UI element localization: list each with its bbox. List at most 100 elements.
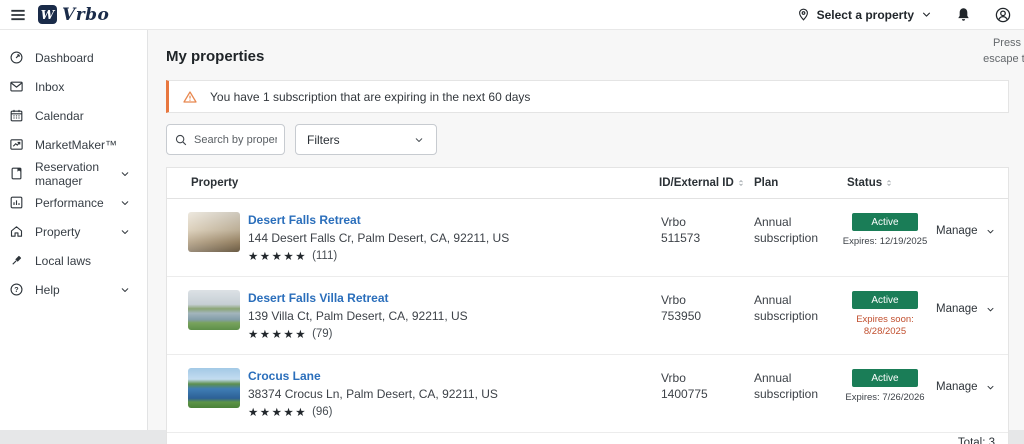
- main-content: Press escape to My properties You have 1…: [148, 30, 1024, 430]
- property-address: 38374 Crocus Ln, Palm Desert, CA, 92211,…: [248, 387, 498, 401]
- star-rating-icons: ★★★★★: [248, 405, 307, 419]
- help-icon: [9, 282, 24, 297]
- top-bar: W Vrbo Select a property: [0, 0, 1024, 30]
- banner-message: You have 1 subscription that are expirin…: [210, 90, 530, 104]
- barchart-icon: [9, 195, 24, 210]
- status-badge: Active: [852, 213, 918, 231]
- property-plan: Annual subscription: [746, 368, 839, 402]
- hamburger-menu-icon[interactable]: [8, 5, 28, 25]
- property-name-link[interactable]: Desert Falls Villa Retreat: [248, 291, 468, 305]
- filters-dropdown[interactable]: Filters: [295, 124, 437, 155]
- sidebar-item-reservation-manager[interactable]: Reservation manager: [0, 159, 147, 188]
- chevron-down-icon: [985, 226, 996, 237]
- table-row: Desert Falls Retreat 144 Desert Falls Cr…: [167, 199, 1008, 277]
- properties-table: Property ID/External ID Plan Status Dese…: [166, 167, 1009, 444]
- gauge-icon: [9, 50, 24, 65]
- manage-dropdown[interactable]: Manage: [931, 212, 1008, 237]
- column-header-id[interactable]: ID/External ID: [651, 177, 746, 189]
- property-thumbnail[interactable]: [188, 290, 240, 330]
- notifications-bell-icon[interactable]: [955, 6, 972, 23]
- filters-label: Filters: [307, 133, 340, 147]
- review-count: (79): [312, 328, 332, 340]
- warning-triangle-icon: [182, 89, 198, 105]
- property-plan: Annual subscription: [746, 290, 839, 324]
- manage-dropdown[interactable]: Manage: [931, 368, 1008, 393]
- vrbo-logo[interactable]: W Vrbo: [38, 5, 109, 25]
- column-header-plan[interactable]: Plan: [746, 177, 839, 189]
- property-rating: ★★★★★ (79): [248, 327, 468, 341]
- sidebar-nav: Dashboard Inbox Calendar MarketMaker™ Re…: [0, 30, 148, 430]
- sidebar-item-label: MarketMaker™: [35, 138, 117, 152]
- manage-label: Manage: [936, 303, 978, 315]
- sidebar-item-label: Dashboard: [35, 51, 94, 65]
- column-header-property[interactable]: Property: [167, 177, 651, 189]
- property-selector[interactable]: Select a property: [796, 7, 933, 22]
- sidebar-item-label: Reservation manager: [35, 160, 108, 188]
- chevron-down-icon: [985, 304, 996, 315]
- chevron-down-icon: [985, 382, 996, 393]
- subscription-warning-banner: You have 1 subscription that are expirin…: [166, 80, 1009, 113]
- total-properties-text: Total: 3 properties: [944, 436, 995, 444]
- calendar-icon: [9, 108, 24, 123]
- sidebar-item-calendar[interactable]: Calendar: [0, 101, 147, 130]
- sidebar-item-marketmaker[interactable]: MarketMaker™: [0, 130, 147, 159]
- property-rating: ★★★★★ (96): [248, 405, 498, 419]
- star-rating-icons: ★★★★★: [248, 249, 307, 263]
- mail-icon: [9, 79, 24, 94]
- chevron-down-icon: [119, 168, 131, 180]
- manage-dropdown[interactable]: Manage: [931, 290, 1008, 315]
- sidebar-item-label: Inbox: [35, 80, 64, 94]
- property-thumbnail[interactable]: [188, 368, 240, 408]
- review-count: (111): [312, 250, 337, 262]
- manage-label: Manage: [936, 225, 978, 237]
- property-id: Vrbo 1400775: [651, 368, 746, 402]
- status-badge: Active: [852, 369, 918, 387]
- property-selector-label: Select a property: [817, 8, 914, 22]
- property-id: Vrbo 753950: [651, 290, 746, 324]
- gavel-icon: [9, 253, 24, 268]
- sidebar-item-label: Property: [35, 225, 80, 239]
- sidebar-item-help[interactable]: Help: [0, 275, 147, 304]
- chevron-down-icon: [920, 8, 933, 21]
- column-header-status[interactable]: Status: [839, 177, 931, 189]
- sidebar-item-local-laws[interactable]: Local laws: [0, 246, 147, 275]
- location-pin-icon: [796, 7, 811, 22]
- sidebar-item-label: Calendar: [35, 109, 84, 123]
- chart-arrow-icon: [9, 137, 24, 152]
- property-address: 139 Villa Ct, Palm Desert, CA, 92211, US: [248, 309, 468, 323]
- sort-icon: [885, 179, 893, 187]
- table-row: Desert Falls Villa Retreat 139 Villa Ct,…: [167, 277, 1008, 355]
- account-icon[interactable]: [994, 6, 1012, 24]
- expiry-date: Expires: 12/19/2025: [843, 236, 928, 248]
- property-id: Vrbo 511573: [651, 212, 746, 246]
- vrbo-logo-mark-icon: W: [38, 5, 57, 24]
- search-icon: [174, 133, 188, 147]
- sidebar-item-performance[interactable]: Performance: [0, 188, 147, 217]
- property-name-link[interactable]: Crocus Lane: [248, 369, 498, 383]
- sidebar-item-label: Performance: [35, 196, 104, 210]
- page-title: My properties: [166, 48, 1009, 65]
- property-plan: Annual subscription: [746, 212, 839, 246]
- search-input[interactable]: [194, 134, 277, 146]
- property-search: [166, 124, 285, 155]
- sidebar-item-dashboard[interactable]: Dashboard: [0, 43, 147, 72]
- chevron-down-icon: [119, 226, 131, 238]
- sidebar-item-property[interactable]: Property: [0, 217, 147, 246]
- table-row: Crocus Lane 38374 Crocus Ln, Palm Desert…: [167, 355, 1008, 433]
- star-rating-icons: ★★★★★: [248, 327, 307, 341]
- property-thumbnail[interactable]: [188, 212, 240, 252]
- home-icon: [9, 224, 24, 239]
- expiry-date: Expires: 7/26/2026: [845, 392, 924, 404]
- chevron-down-icon: [119, 284, 131, 296]
- chevron-down-icon: [413, 134, 425, 146]
- vrbo-wordmark: Vrbo: [62, 5, 109, 25]
- review-count: (96): [312, 406, 332, 418]
- property-name-link[interactable]: Desert Falls Retreat: [248, 213, 509, 227]
- table-footer: Total: 3 properties: [167, 433, 1008, 444]
- status-badge: Active: [852, 291, 918, 309]
- property-address: 144 Desert Falls Cr, Palm Desert, CA, 92…: [248, 231, 509, 245]
- sidebar-item-label: Help: [35, 283, 60, 297]
- sidebar-item-inbox[interactable]: Inbox: [0, 72, 147, 101]
- manage-label: Manage: [936, 381, 978, 393]
- sort-icon: [737, 179, 745, 187]
